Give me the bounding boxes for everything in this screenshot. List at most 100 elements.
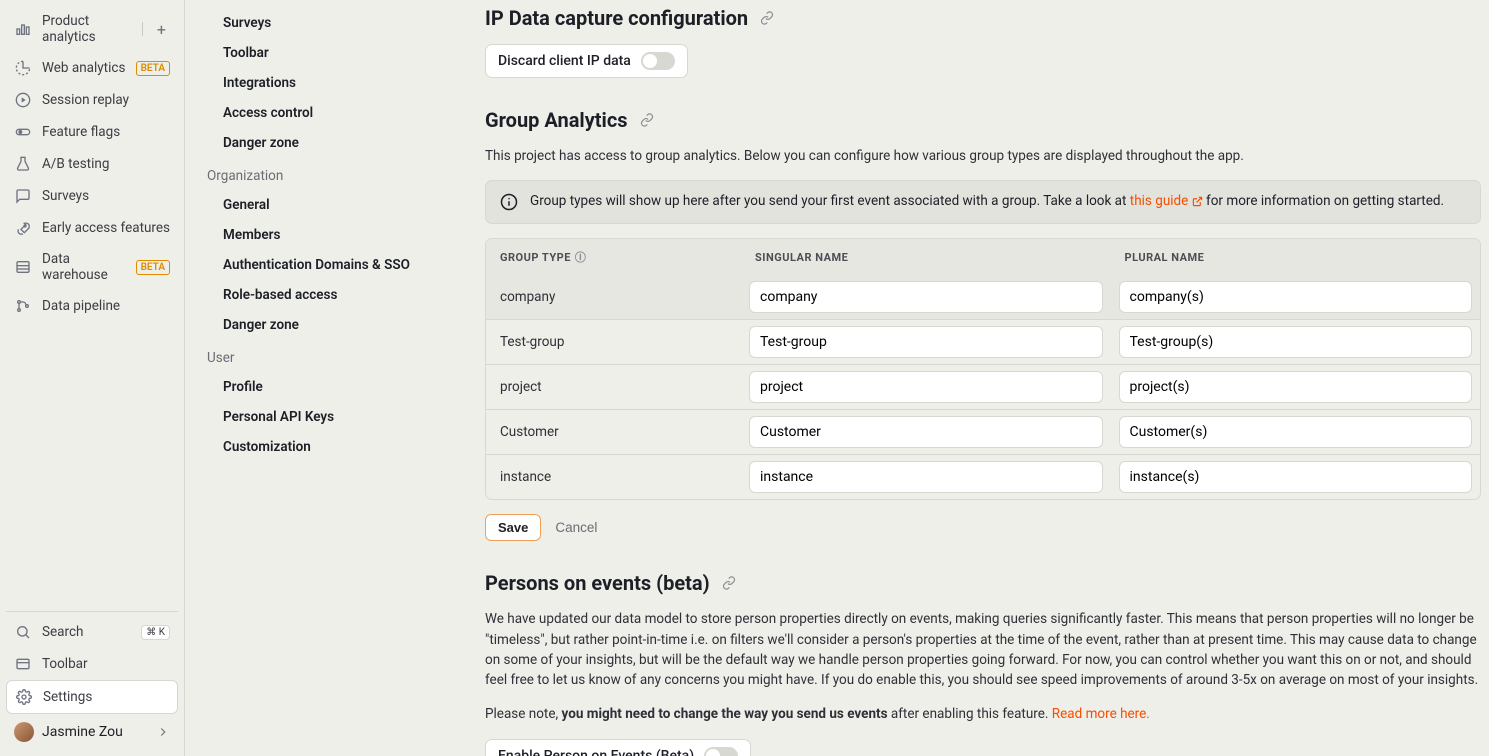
app-sidebar: Product analytics + Web analytics BETA Sessi… (0, 0, 185, 756)
table-row: project (486, 364, 1480, 409)
plural-input[interactable] (1119, 416, 1473, 448)
poe-toggle[interactable]: Enable Person on Events (Beta) (485, 739, 751, 756)
main-content: IP Data capture configuration Discard cl… (463, 0, 1489, 756)
nav-rocket[interactable]: Early access features (6, 212, 178, 244)
poe-title: Persons on events (beta) (485, 571, 710, 595)
group-section: Group Analytics This project has access … (485, 108, 1481, 541)
group-desc: This project has access to group analyti… (485, 146, 1481, 166)
nav-flask[interactable]: A/B testing (6, 148, 178, 180)
chat-icon (14, 187, 32, 205)
settings-org-general[interactable]: General (207, 190, 445, 220)
settings-org-members[interactable]: Members (207, 220, 445, 250)
nav-label: Data pipeline (42, 298, 170, 314)
th-singular: SINGULAR NAME (741, 241, 1111, 274)
nav-toggle[interactable]: Feature flags (6, 116, 178, 148)
toolbar-icon (14, 655, 32, 673)
settings-org-danger-zone[interactable]: Danger zone (207, 310, 445, 340)
singular-input[interactable] (749, 281, 1103, 313)
group-type-name: instance (486, 459, 741, 495)
table-row: Customer (486, 409, 1480, 454)
settings-user-personal-api-keys[interactable]: Personal API Keys (207, 402, 445, 432)
search-item[interactable]: Search ⌘ K (6, 616, 178, 648)
pie-dash-icon (14, 59, 32, 77)
toggle-switch[interactable] (704, 747, 738, 756)
toggle-switch[interactable] (641, 52, 675, 70)
user-header: User (207, 340, 445, 372)
group-type-name: Test-group (486, 324, 741, 360)
search-kbd: ⌘ K (141, 625, 170, 640)
plural-input[interactable] (1119, 281, 1473, 313)
beta-tag: BETA (136, 260, 170, 275)
beta-tag: BETA (136, 61, 170, 76)
discard-ip-toggle[interactable]: Discard client IP data (485, 44, 688, 78)
nav-label: Feature flags (42, 124, 170, 140)
settings-org-authentication-domains-sso[interactable]: Authentication Domains & SSO (207, 250, 445, 280)
nav-database[interactable]: Data warehouseBETA (6, 244, 178, 290)
settings-project-surveys[interactable]: Surveys (207, 8, 445, 38)
nav-label: Surveys (42, 188, 170, 204)
table-row: company (486, 275, 1480, 319)
flask-icon (14, 155, 32, 173)
help-icon[interactable]: ⓘ (575, 251, 587, 264)
group-type-name: project (486, 369, 741, 405)
group-types-table: GROUP TYPE ⓘ SINGULAR NAME PLURAL NAME co… (485, 238, 1481, 500)
poe-desc: We have updated our data model to store … (485, 609, 1481, 690)
read-more-link[interactable]: Read more here. (1052, 706, 1150, 722)
search-label: Search (42, 624, 131, 640)
org-header: Organization (207, 158, 445, 190)
toolbar-item[interactable]: Toolbar (6, 648, 178, 680)
plural-input[interactable] (1119, 371, 1473, 403)
plus-icon[interactable]: + (153, 20, 170, 39)
plural-input[interactable] (1119, 461, 1473, 493)
link-icon[interactable] (640, 113, 654, 127)
settings-user-profile[interactable]: Profile (207, 372, 445, 402)
table-row: instance (486, 454, 1480, 499)
singular-input[interactable] (749, 371, 1103, 403)
group-type-name: Customer (486, 414, 741, 450)
link-icon[interactable] (722, 576, 736, 590)
nav-label: Early access features (42, 220, 170, 236)
settings-project-danger-zone[interactable]: Danger zone (207, 128, 445, 158)
user-name: Jasmine Zou (42, 724, 123, 740)
singular-input[interactable] (749, 461, 1103, 493)
table-header: GROUP TYPE ⓘ SINGULAR NAME PLURAL NAME (486, 239, 1480, 275)
discard-ip-label: Discard client IP data (498, 53, 631, 69)
nav-play-circle[interactable]: Session replay (6, 84, 178, 116)
guide-link[interactable]: this guide (1130, 193, 1203, 209)
nav-label: Product analytics (42, 13, 130, 45)
nav-bar-chart[interactable]: Product analytics + (6, 6, 178, 52)
group-type-name: company (486, 279, 741, 315)
poe-section: Persons on events (beta) We have updated… (485, 571, 1481, 756)
toggle-icon (14, 123, 32, 141)
chevron-right-icon (156, 725, 170, 739)
poe-toggle-label: Enable Person on Events (Beta) (498, 748, 694, 756)
settings-project-integrations[interactable]: Integrations (207, 68, 445, 98)
singular-input[interactable] (749, 326, 1103, 358)
settings-project-access-control[interactable]: Access control (207, 98, 445, 128)
save-button[interactable]: Save (485, 514, 541, 541)
nav-chat[interactable]: Surveys (6, 180, 178, 212)
singular-input[interactable] (749, 416, 1103, 448)
th-group-type: GROUP TYPE (500, 251, 571, 264)
cancel-button[interactable]: Cancel (555, 520, 597, 535)
nav-label: Session replay (42, 92, 170, 108)
settings-project-toolbar[interactable]: Toolbar (207, 38, 445, 68)
branch-icon (14, 297, 32, 315)
nav-label: A/B testing (42, 156, 170, 172)
plural-input[interactable] (1119, 326, 1473, 358)
th-plural: PLURAL NAME (1111, 241, 1481, 274)
rocket-icon (14, 219, 32, 237)
nav-pie-dash[interactable]: Web analytics BETA (6, 52, 178, 84)
settings-org-role-based-access[interactable]: Role-based access (207, 280, 445, 310)
toolbar-label: Toolbar (42, 656, 170, 672)
external-link-icon (1192, 196, 1203, 207)
settings-item[interactable]: Settings (6, 680, 178, 714)
link-icon[interactable] (760, 11, 774, 25)
nav-branch[interactable]: Data pipeline (6, 290, 178, 322)
user-menu[interactable]: Jasmine Zou (6, 714, 178, 750)
info-icon (500, 193, 518, 211)
ip-title: IP Data capture configuration (485, 6, 748, 30)
nav-label: Web analytics (42, 60, 126, 76)
play-circle-icon (14, 91, 32, 109)
settings-user-customization[interactable]: Customization (207, 432, 445, 462)
